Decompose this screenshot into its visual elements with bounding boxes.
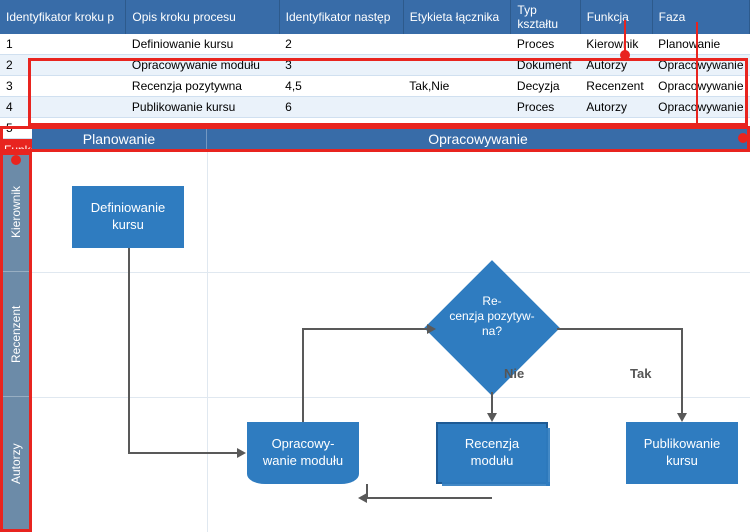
node-definiowanie[interactable]: Definiowanie kursu	[72, 186, 184, 248]
arrow-head-icon	[677, 413, 687, 422]
arrow	[302, 328, 428, 330]
arrow	[557, 328, 682, 330]
grid-line	[32, 397, 750, 398]
cell-faza: Planowanie	[652, 34, 749, 55]
col-etyk: Etykieta łącznika	[403, 0, 511, 34]
grid-line	[32, 272, 750, 273]
arrow	[681, 328, 683, 414]
label-tak: Tak	[630, 366, 651, 381]
cell-nast: 2	[279, 34, 403, 55]
grid-line	[207, 152, 208, 532]
arrow-head-icon	[237, 448, 246, 458]
col-typ: Typ kształtu	[511, 0, 580, 34]
node-recenzja-modulu[interactable]: Recenzja modułu	[436, 422, 548, 484]
highlight-box-lanes	[0, 152, 32, 532]
arrow	[302, 328, 304, 422]
callout-dot	[738, 133, 748, 143]
col-nast: Identyfikator następ	[279, 0, 403, 34]
arrow-head-icon	[427, 324, 436, 334]
cell-id: 1	[0, 34, 126, 55]
arrow	[128, 452, 238, 454]
flowchart-canvas: Definiowanie kursu Opracowy- wanie moduł…	[32, 152, 750, 532]
cell-typ: Proces	[511, 34, 580, 55]
arrow	[491, 392, 493, 414]
cell-funk: Kierownik	[580, 34, 652, 55]
arrow	[128, 248, 130, 453]
node-opracowywanie[interactable]: Opracowy- wanie modułu	[247, 422, 359, 484]
cell-opis: Definiowanie kursu	[126, 34, 279, 55]
label-nie: Nie	[504, 366, 524, 381]
col-opis: Opis kroku procesu	[126, 0, 279, 34]
highlight-box-rows	[28, 58, 748, 126]
node-publikowanie[interactable]: Publikowanie kursu	[626, 422, 738, 484]
cell-etyk	[403, 34, 511, 55]
col-id: Identyfikator kroku p	[0, 0, 126, 34]
col-funk: Funkcja	[580, 0, 652, 34]
callout-dot	[620, 50, 630, 60]
arrow-head-icon	[487, 413, 497, 422]
arrow-head-icon	[358, 493, 367, 503]
node-decyzja-text: Re- cenzja pozytyw- na?	[444, 294, 540, 339]
table-row[interactable]: 1Definiowanie kursu2 ProcesKierownikPlano…	[0, 34, 750, 55]
arrow	[366, 497, 492, 499]
col-faza: Faza	[652, 0, 749, 34]
highlight-box-phase-row	[0, 126, 750, 152]
callout-dot	[11, 155, 21, 165]
